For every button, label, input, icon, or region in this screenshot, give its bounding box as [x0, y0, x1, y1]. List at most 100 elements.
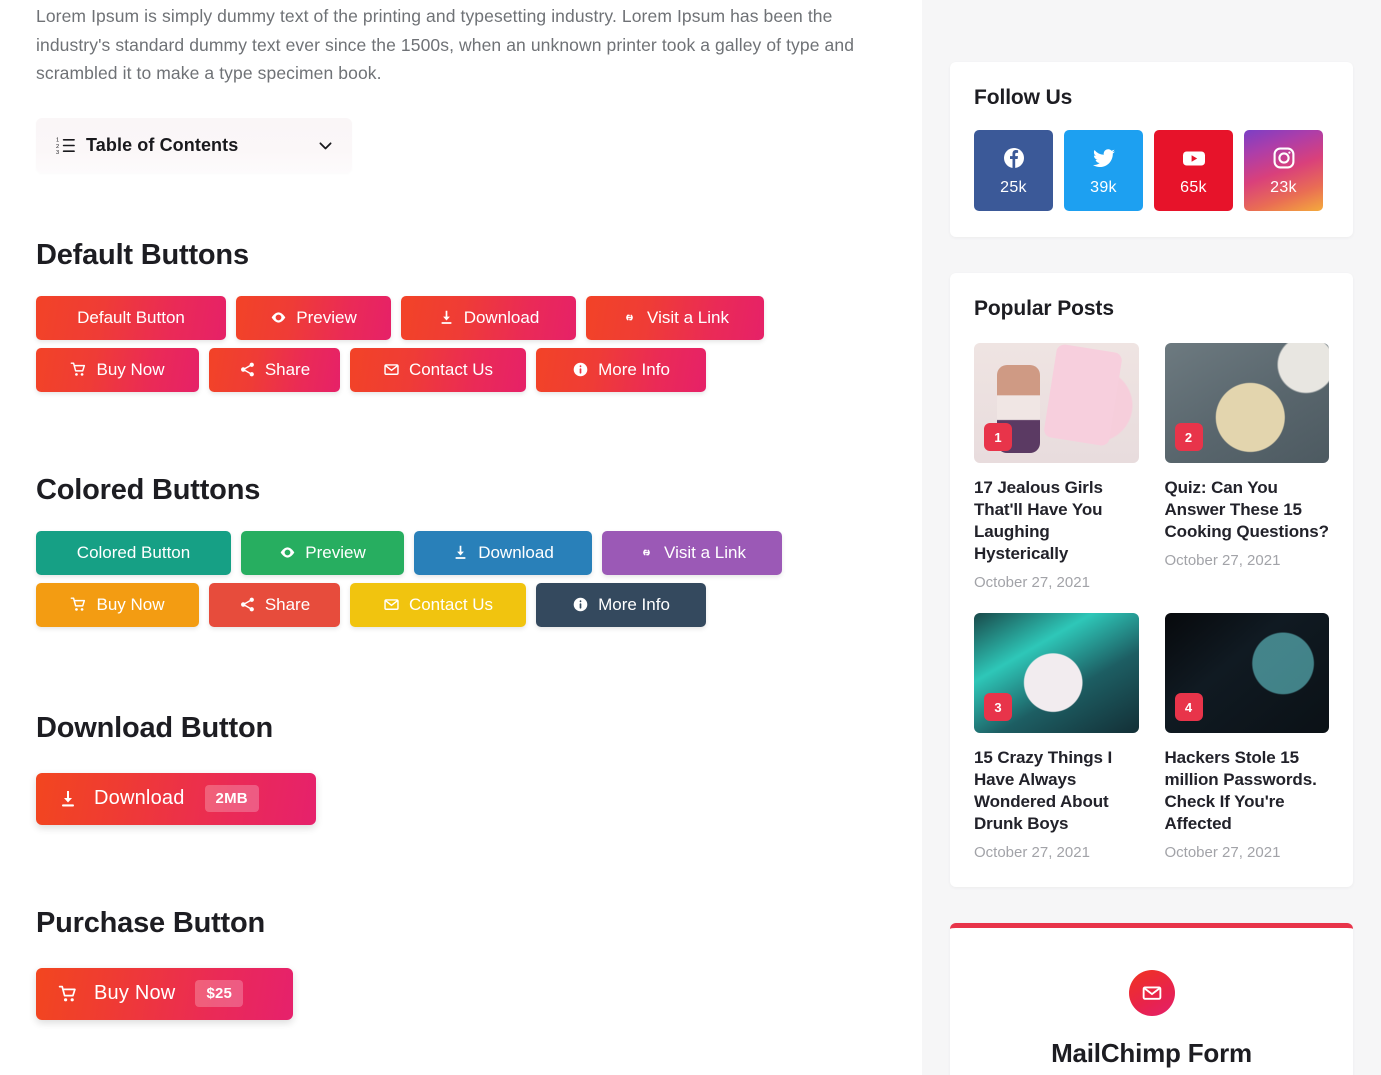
rank-badge: 3	[984, 693, 1012, 721]
button-label: Contact Us	[408, 594, 494, 614]
share-icon	[239, 596, 256, 613]
page-root: Lorem Ipsum is simply dummy text of the …	[0, 0, 1381, 1075]
section-title-purchase-button: Purchase Button	[36, 906, 266, 939]
follower-count: 39k	[1090, 179, 1117, 196]
cart-icon	[70, 361, 87, 378]
buy-now-button[interactable]: Buy Now	[36, 347, 199, 392]
rank-badge: 2	[1174, 423, 1203, 451]
post-title[interactable]: 15 Crazy Things I Have Always Wondered A…	[974, 747, 1139, 835]
button-label: Colored Button	[76, 542, 191, 562]
facebook-icon	[1000, 144, 1028, 172]
twitter-icon	[1090, 144, 1118, 172]
list-item[interactable]: 1 17 Jealous Girls That'll Have You Laug…	[974, 343, 1139, 591]
svg-text:3: 3	[56, 150, 59, 155]
post-thumbnail[interactable]: 2	[1164, 343, 1329, 463]
list-item[interactable]: 4 Hackers Stole 15 million Passwords. Ch…	[1164, 613, 1330, 861]
post-date: October 27, 2021	[974, 574, 1090, 591]
download-size-badge: 2MB	[204, 785, 259, 812]
table-of-contents-toggle[interactable]: 1 2 3 Table of Contents	[36, 117, 352, 173]
download-link-button[interactable]: Download	[401, 295, 576, 340]
purchase-price-badge: $25	[195, 980, 244, 1007]
post-date: October 27, 2021	[1164, 552, 1281, 569]
purchase-buy-now-button[interactable]: Buy Now $25	[36, 967, 293, 1020]
purchase-button-label: Buy Now	[94, 982, 176, 1004]
button-label: Share	[264, 594, 311, 614]
social-link-instagram[interactable]: 23k	[1244, 130, 1323, 211]
popular-posts-card: Popular Posts 1 17 Jealous Girls That'll…	[950, 273, 1353, 887]
follow-us-title: Follow Us	[974, 86, 1073, 109]
button-label: Buy Now	[96, 359, 165, 379]
sidebar: Follow Us 25k 39k 65k 23k Popular Posts …	[922, 0, 1381, 1075]
colored-button[interactable]: Colored Button	[36, 530, 231, 575]
rank-badge: 4	[1174, 693, 1203, 721]
link-icon	[638, 544, 655, 561]
colored-contact-us-button[interactable]: Contact Us	[350, 582, 526, 627]
post-thumbnail[interactable]: 3	[974, 613, 1139, 733]
table-of-contents-label: Table of Contents	[86, 134, 239, 155]
button-label: More Info	[598, 594, 670, 614]
post-thumbnail[interactable]: 1	[974, 343, 1139, 463]
button-label: Buy Now	[96, 594, 165, 614]
download-icon	[58, 789, 78, 809]
colored-more-info-button[interactable]: More Info	[536, 582, 706, 627]
button-label: Visit a Link	[664, 542, 746, 562]
button-label: Default Button	[77, 307, 185, 327]
colored-buttons-row-1: Colored Button Preview Download Visit a …	[36, 530, 896, 575]
default-buttons-row-1: Default Button Preview Download Visit a …	[36, 295, 896, 340]
download-icon	[438, 309, 455, 326]
list-item[interactable]: 2 Quiz: Can You Answer These 15 Cooking …	[1164, 343, 1330, 591]
eye-icon	[279, 544, 296, 561]
eye-icon	[270, 309, 287, 326]
default-buttons-row-2: Buy Now Share Contact Us More Info	[36, 347, 896, 392]
default-button[interactable]: Default Button	[36, 295, 226, 340]
svg-text:1: 1	[56, 137, 59, 143]
popular-posts-list: 1 17 Jealous Girls That'll Have You Laug…	[974, 343, 1329, 861]
social-link-youtube[interactable]: 65k	[1154, 130, 1233, 211]
colored-preview-button[interactable]: Preview	[241, 530, 404, 575]
intro-paragraph: Lorem Ipsum is simply dummy text of the …	[36, 6, 855, 83]
colored-download-button[interactable]: Download	[414, 530, 592, 575]
mailchimp-form-title: MailChimp Form	[1051, 1038, 1252, 1068]
youtube-icon	[1180, 144, 1208, 172]
mailchimp-form-card: MailChimp Form	[950, 923, 1353, 1075]
more-info-button[interactable]: More Info	[536, 347, 706, 392]
preview-button[interactable]: Preview	[236, 295, 391, 340]
post-thumbnail[interactable]: 4	[1164, 613, 1329, 733]
button-label: Download	[478, 542, 554, 562]
colored-visit-link-button[interactable]: Visit a Link	[602, 530, 782, 575]
info-icon	[572, 361, 589, 378]
visit-link-button[interactable]: Visit a Link	[586, 295, 764, 340]
envelope-icon	[383, 361, 400, 378]
follow-us-card: Follow Us 25k 39k 65k 23k	[950, 62, 1353, 237]
button-label: More Info	[598, 359, 670, 379]
post-title[interactable]: Quiz: Can You Answer These 15 Cooking Qu…	[1165, 477, 1330, 543]
share-icon	[239, 361, 256, 378]
list-item[interactable]: 3 15 Crazy Things I Have Always Wondered…	[974, 613, 1139, 861]
button-label: Preview	[296, 307, 357, 327]
follower-count: 23k	[1270, 179, 1297, 196]
colored-share-button[interactable]: Share	[209, 582, 340, 627]
post-date: October 27, 2021	[974, 844, 1090, 861]
link-icon	[621, 309, 638, 326]
colored-buttons-group: Colored Button Preview Download Visit a …	[36, 530, 896, 627]
social-link-twitter[interactable]: 39k	[1064, 130, 1143, 211]
colored-buy-now-button[interactable]: Buy Now	[36, 582, 199, 627]
contact-us-button[interactable]: Contact Us	[350, 347, 526, 392]
download-file-button[interactable]: Download 2MB	[36, 772, 316, 825]
instagram-icon	[1270, 144, 1298, 172]
envelope-icon	[383, 596, 400, 613]
post-title[interactable]: 17 Jealous Girls That'll Have You Laughi…	[974, 477, 1139, 565]
colored-buttons-row-2: Buy Now Share Contact Us More Info	[36, 582, 896, 627]
chevron-down-icon[interactable]	[317, 137, 334, 154]
button-label: Download	[463, 307, 540, 327]
button-label: Share	[264, 359, 311, 379]
social-link-facebook[interactable]: 25k	[974, 130, 1053, 211]
post-date: October 27, 2021	[1164, 844, 1281, 861]
button-label: Preview	[305, 542, 366, 562]
section-title-colored-buttons: Colored Buttons	[36, 473, 261, 506]
follower-count: 65k	[1180, 179, 1207, 196]
post-title[interactable]: Hackers Stole 15 million Passwords. Chec…	[1165, 747, 1330, 835]
cart-icon	[58, 984, 78, 1004]
cart-icon	[70, 596, 87, 613]
share-button[interactable]: Share	[209, 347, 340, 392]
